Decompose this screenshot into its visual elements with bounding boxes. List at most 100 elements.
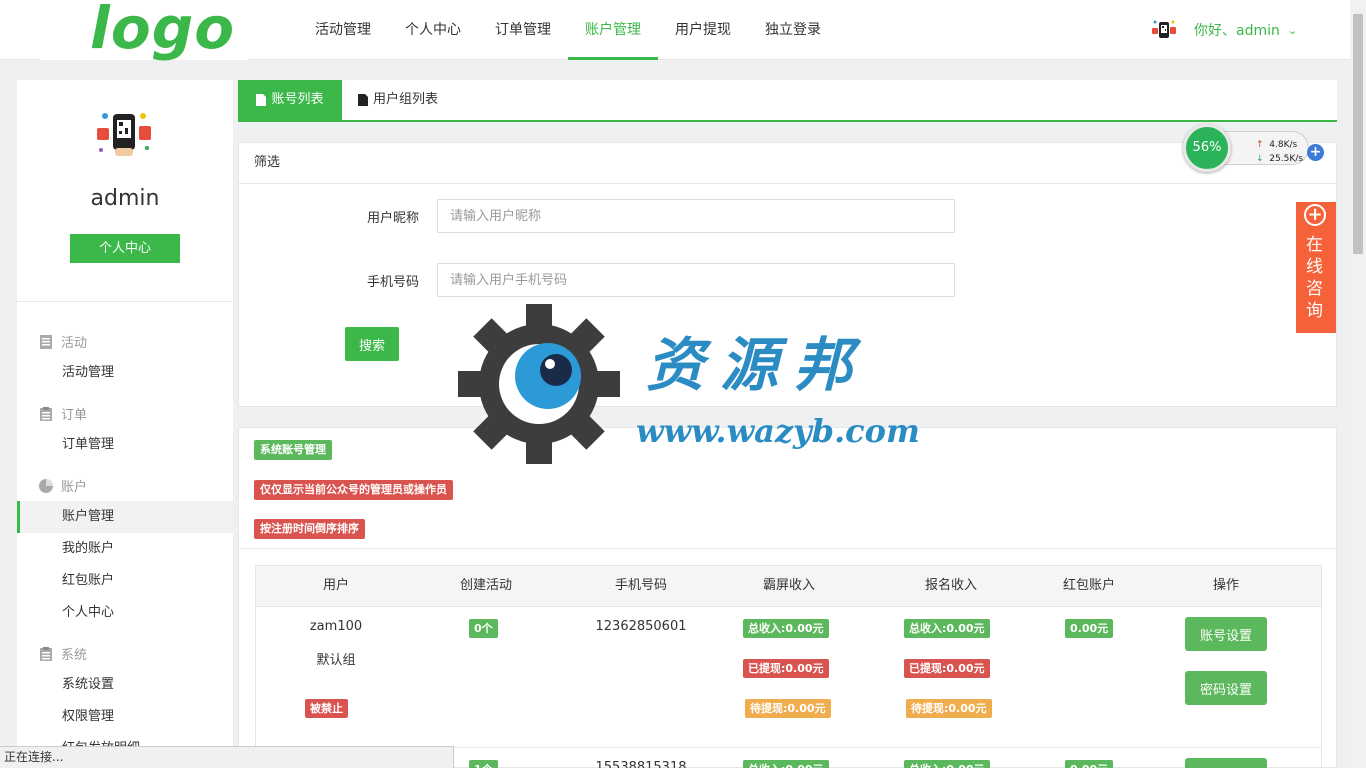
scrollbar-thumb[interactable] — [1353, 14, 1363, 254]
nav-item-orders[interactable]: 订单管理 — [478, 0, 568, 60]
browser-status-bar: 正在连接... — [0, 746, 454, 768]
screen-income-pending-badge: 待提现:0.00元 — [745, 699, 831, 718]
online-consult-button[interactable]: + 在线咨询 — [1296, 202, 1336, 333]
activities-count-badge: 1个 — [469, 760, 498, 768]
user-greeting: 你好、admin — [1194, 23, 1280, 39]
redpack-balance-badge: 0.00元 — [1065, 760, 1114, 768]
consult-label: 在线咨询 — [1306, 235, 1323, 321]
page-scrollbar[interactable] — [1350, 0, 1366, 768]
column-header-actions: 操作 — [1212, 578, 1239, 593]
activities-count-badge: 0个 — [469, 619, 498, 638]
sidebar-group-system: 系统 — [39, 644, 87, 663]
account-settings-button[interactable]: 账号设置 — [1185, 617, 1267, 651]
search-button[interactable]: 搜索 — [345, 327, 399, 361]
list-divider — [239, 548, 1336, 549]
clipboard-icon — [40, 406, 52, 421]
avatar-icon — [1152, 20, 1176, 38]
tab-label: 账号列表 — [271, 92, 324, 107]
phone-label: 手机号码 — [367, 275, 420, 290]
sidebar-username: admin — [90, 186, 160, 211]
row-phone: 15538815318 — [595, 760, 687, 768]
memory-percent: 56% — [1183, 124, 1231, 172]
sidebar-item-activity-manage[interactable]: 活动管理 — [17, 357, 233, 389]
sidebar-item-account-manage[interactable]: 账户管理 — [17, 501, 233, 533]
sidebar-group-label: 账户 — [61, 480, 88, 495]
filter-title: 筛选 — [239, 143, 1336, 184]
nav-item-accounts[interactable]: 账户管理 — [568, 0, 658, 60]
tag-system-accounts: 系统账号管理 — [254, 440, 332, 460]
column-header-redpack: 红包账户 — [1062, 578, 1115, 593]
screen-income-total-badge: 总收入:0.00元 — [743, 760, 829, 768]
signup-income-withdrawn-badge: 已提现:0.00元 — [904, 659, 990, 678]
sidebar-group-label: 系统 — [61, 648, 88, 663]
top-nav: 活动管理 个人中心 订单管理 账户管理 用户提现 独立登录 — [298, 0, 838, 60]
sidebar-group-orders: 订单 — [39, 404, 87, 423]
sidebar-group-activity: 活动 — [39, 332, 87, 351]
file-icon — [256, 94, 267, 106]
avatar — [97, 113, 151, 156]
column-header-signup-income: 报名收入 — [924, 578, 977, 593]
logo-text: logo — [90, 0, 236, 62]
phone-input[interactable] — [437, 263, 955, 297]
tab-label: 用户组列表 — [373, 92, 439, 107]
nav-item-withdraw[interactable]: 用户提现 — [658, 0, 748, 60]
network-speed-widget[interactable]: ↑ 4.8K/s ↓ 25.5K/s + 56% — [1183, 124, 1324, 172]
sidebar-divider — [17, 301, 233, 302]
nickname-label: 用户昵称 — [367, 211, 420, 226]
account-list-panel: 系统账号管理 仅仅显示当前公众号的管理员或操作员 按注册时间倒序排序 用户 创建… — [238, 427, 1337, 768]
chevron-down-icon: ⌄ — [1287, 23, 1298, 37]
sidebar: admin 个人中心 活动 活动管理 订单 订单管理 账户 账户管理 我的账户 … — [17, 80, 233, 768]
top-header: logo 活动管理 个人中心 订单管理 账户管理 用户提现 独立登录 你好、ad… — [0, 0, 1350, 62]
sidebar-group-label: 活动 — [61, 336, 88, 351]
sidebar-item-personal-center[interactable]: 个人中心 — [17, 597, 233, 629]
clipboard-icon — [40, 646, 52, 661]
plus-circle-icon: + — [1304, 204, 1326, 226]
pie-chart-icon — [39, 478, 53, 493]
nickname-input[interactable] — [437, 199, 955, 233]
filter-panel: 筛选 用户昵称 手机号码 搜索 — [238, 142, 1337, 407]
sidebar-item-redpack-account[interactable]: 红包账户 — [17, 565, 233, 597]
tag-sort-order: 按注册时间倒序排序 — [254, 519, 365, 539]
sidebar-group-label: 订单 — [61, 408, 88, 423]
user-menu[interactable]: 你好、admin ⌄ — [1150, 16, 1297, 44]
sidebar-group-accounts: 账户 — [39, 476, 87, 495]
row-username: zam100 — [309, 619, 363, 634]
tab-user-group-list[interactable]: 用户组列表 — [358, 80, 438, 120]
accounts-table: 用户 创建活动 手机号码 霸屏收入 报名收入 红包账户 操作 zam100 默认… — [255, 565, 1322, 768]
sidebar-item-system-settings[interactable]: 系统设置 — [17, 669, 233, 701]
upload-speed: ↑ 4.8K/s — [1256, 140, 1298, 150]
password-settings-button[interactable]: 密码设置 — [1185, 671, 1267, 705]
nav-item-login[interactable]: 独立登录 — [748, 0, 838, 60]
column-header-screen-income: 霸屏收入 — [762, 578, 815, 593]
signup-income-total-badge: 总收入:0.00元 — [904, 760, 990, 768]
sidebar-item-my-account[interactable]: 我的账户 — [17, 533, 233, 565]
arrow-down-icon: ↓ — [1256, 154, 1264, 164]
file-icon — [358, 94, 368, 106]
download-speed: ↓ 25.5K/s — [1256, 154, 1303, 164]
screen-income-total-badge: 总收入:0.00元 — [743, 619, 829, 638]
row-phone: 12362850601 — [595, 619, 687, 634]
table-header: 用户 创建活动 手机号码 霸屏收入 报名收入 红包账户 操作 — [256, 566, 1321, 607]
column-header-phone: 手机号码 — [614, 578, 667, 593]
account-settings-button[interactable] — [1185, 758, 1267, 768]
nav-item-personal[interactable]: 个人中心 — [388, 0, 478, 60]
logo[interactable]: logo — [40, 0, 248, 62]
content-tabs: 账号列表 用户组列表 — [238, 80, 1337, 122]
redpack-balance-badge: 0.00元 — [1065, 619, 1114, 638]
column-header-user: 用户 — [322, 578, 349, 593]
signup-income-total-badge: 总收入:0.00元 — [904, 619, 990, 638]
status-badge: 被禁止 — [305, 699, 348, 718]
plus-icon[interactable]: + — [1307, 144, 1324, 161]
arrow-up-icon: ↑ — [1256, 140, 1264, 150]
signup-income-pending-badge: 待提现:0.00元 — [906, 699, 992, 718]
row-group: 默认组 — [316, 653, 356, 668]
doc-icon — [40, 334, 52, 349]
sidebar-item-permissions[interactable]: 权限管理 — [17, 701, 233, 733]
column-header-activities: 创建活动 — [459, 578, 512, 593]
personal-center-button[interactable]: 个人中心 — [70, 234, 180, 263]
nav-item-activity[interactable]: 活动管理 — [298, 0, 388, 60]
tag-current-account-only: 仅仅显示当前公众号的管理员或操作员 — [254, 480, 453, 500]
screen-income-withdrawn-badge: 已提现:0.00元 — [743, 659, 829, 678]
sidebar-item-order-manage[interactable]: 订单管理 — [17, 429, 233, 461]
tab-account-list[interactable]: 账号列表 — [238, 80, 342, 120]
